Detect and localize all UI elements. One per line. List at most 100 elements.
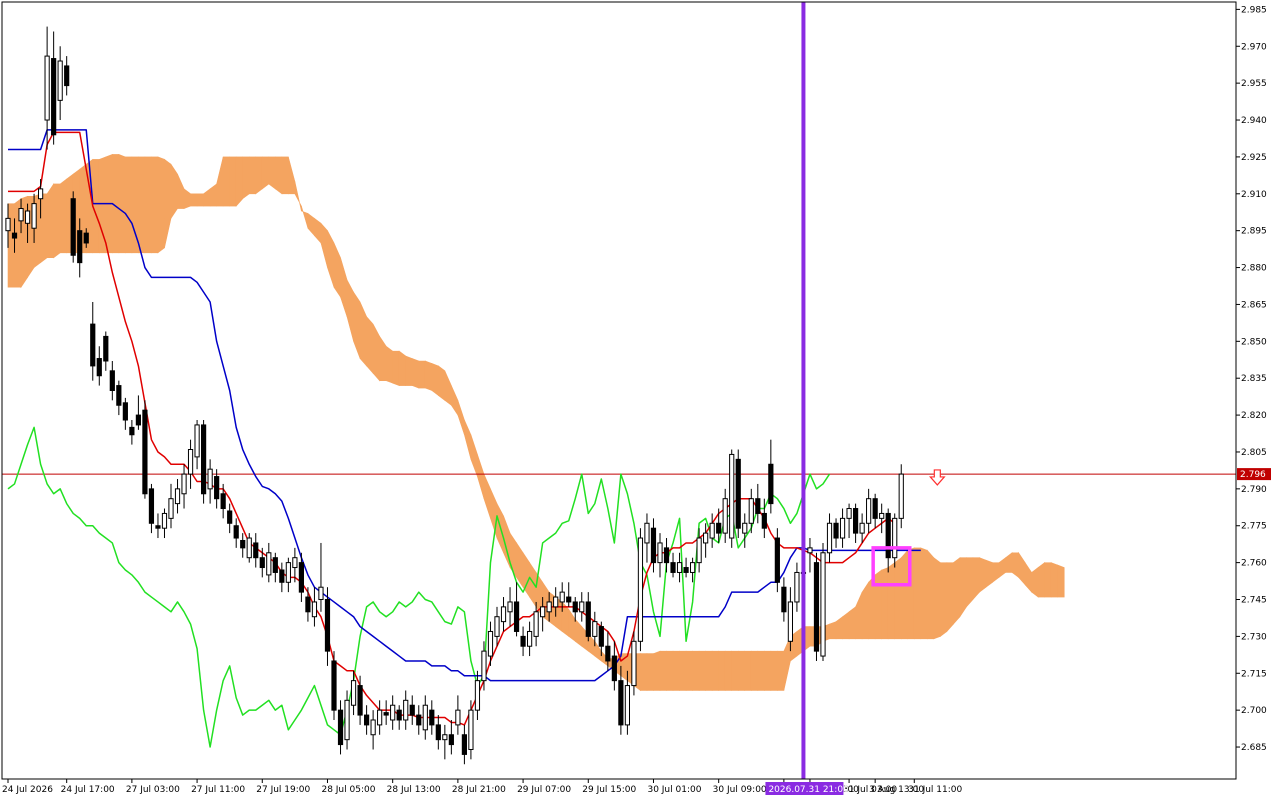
price-tick-label: 2.775: [1241, 522, 1267, 532]
price-chart[interactable]: 2.985 2.970 2.955 2.940 2.925 2.910 2.895 2.880…: [0, 0, 1280, 800]
candle-body-bull: [344, 699, 350, 741]
candle-body-bull: [729, 453, 735, 539]
candle-body-bear: [670, 562, 676, 573]
candle-body-bear: [585, 601, 591, 637]
candle-body-bear: [331, 660, 337, 711]
candle-body-bear: [618, 680, 624, 726]
candle-body-bull: [18, 208, 24, 222]
candle: [813, 552, 820, 661]
candle-body-bear: [122, 402, 128, 421]
kumo-bull-segment: [946, 562, 954, 633]
kumo-bull-segment: [861, 581, 869, 640]
price-tick-label: 2.985: [1241, 5, 1267, 15]
kumo-bull-segment: [1031, 566, 1039, 598]
candle-body-bull: [370, 719, 376, 736]
vertical-marker-badge-label: 2026.07.31 21:00: [768, 785, 849, 795]
kumo-bull-segment: [894, 557, 902, 640]
kumo-bull-segment: [640, 653, 648, 691]
candle-body-bull: [657, 542, 663, 564]
candle-body-bull: [533, 611, 539, 637]
candle-body-bull: [161, 512, 168, 529]
kumo-bull-segment: [46, 182, 54, 259]
kumo-bull-segment: [887, 562, 896, 640]
candle-body-bull: [422, 704, 428, 731]
kumo-bull-segment: [1044, 562, 1052, 598]
kumo-bull-segment: [672, 650, 680, 691]
candle-body-bear: [272, 557, 278, 573]
candle-body-bear: [566, 596, 572, 603]
candle-body-bear: [735, 458, 741, 529]
kumo-bull-segment: [711, 650, 719, 691]
kumo-bull-segment: [248, 156, 257, 195]
candle-body-bear: [220, 493, 226, 510]
kumo-bull-segment: [392, 350, 400, 387]
candle-body-bull: [696, 537, 702, 564]
kumo-bull-segment: [653, 650, 661, 691]
candle-body-bull: [174, 488, 181, 505]
candle-body-bull: [722, 498, 728, 534]
kumo-bull-segment: [927, 549, 935, 640]
candle-body-bull: [579, 601, 585, 613]
kumo-bull-segment: [92, 159, 100, 254]
price-tick-label: 2.820: [1241, 411, 1267, 421]
candle-body-bull: [168, 498, 174, 519]
candle-body-bear: [605, 645, 611, 662]
kumo-bull-segment: [750, 650, 759, 691]
candle-body-bear: [755, 498, 761, 514]
kumo-bull-segment: [737, 650, 746, 691]
kumo-bull-segment: [405, 355, 413, 386]
candle: [201, 420, 207, 504]
candle-body-bear: [214, 476, 220, 500]
kumo-bull-segment: [1057, 564, 1065, 598]
kumo-bull-segment: [125, 156, 133, 254]
kumo-bull-segment: [966, 557, 974, 608]
candle-body-bear: [768, 463, 774, 505]
candle-body-bear: [781, 586, 787, 613]
candle-body-bear: [83, 232, 89, 244]
candle-body-bear: [116, 385, 122, 406]
price-tick-label: 2.835: [1241, 374, 1267, 384]
candle-body-bull: [644, 522, 650, 544]
kumo-bull-segment: [744, 650, 752, 691]
kumo-bull-segment: [53, 183, 61, 259]
candle-body-bear: [129, 426, 135, 436]
candle-body-bear: [253, 542, 259, 559]
candle-body-bull: [311, 601, 318, 618]
kumo-bull-segment: [385, 345, 393, 384]
time-tick-label: 24 Jul 2026: [2, 785, 53, 795]
kumo-bull-segment: [659, 650, 667, 691]
kumo-bull-segment: [777, 650, 785, 691]
kumo-bull-segment: [170, 163, 178, 220]
kumo-bull-segment: [398, 350, 407, 386]
candle-body-bear: [233, 525, 239, 539]
candle-body-bear: [598, 626, 604, 647]
candle-body-bull: [624, 685, 630, 726]
kumo-bull-segment: [764, 650, 772, 691]
kumo-bull-segment: [222, 156, 230, 207]
candle-body-bull: [377, 709, 383, 726]
kumo-bull-segment: [59, 178, 67, 254]
kumo-bull-segment: [940, 562, 948, 637]
time-tick-label: 28 Jul 13:00: [387, 785, 441, 795]
candle-body-bear: [520, 635, 526, 647]
kumo-bull-segment: [881, 567, 889, 640]
price-tick-label: 2.850: [1241, 337, 1267, 347]
kumo-bull-segment: [913, 547, 922, 640]
candle-body-bull: [187, 449, 194, 475]
kumo-bull-segment: [268, 156, 276, 190]
time-tick-label: 29 Jul 15:00: [582, 785, 636, 795]
candle-body-bull: [631, 640, 637, 687]
candle: [820, 542, 826, 661]
candle-body-bull: [442, 734, 448, 741]
candle-body-bear: [324, 599, 331, 652]
price-tick-label: 2.910: [1241, 190, 1267, 200]
candle-body-bear: [337, 709, 344, 746]
candle-body-bear: [872, 498, 878, 519]
price-tick-label: 2.760: [1241, 559, 1267, 569]
candle-body-bear: [813, 562, 820, 652]
kumo-bull-segment: [275, 156, 283, 195]
kumo-bull-segment: [411, 358, 420, 389]
candle-body-bull: [474, 680, 481, 711]
kumo-bull-segment: [731, 650, 739, 691]
kumo-bull-segment: [1037, 562, 1045, 598]
